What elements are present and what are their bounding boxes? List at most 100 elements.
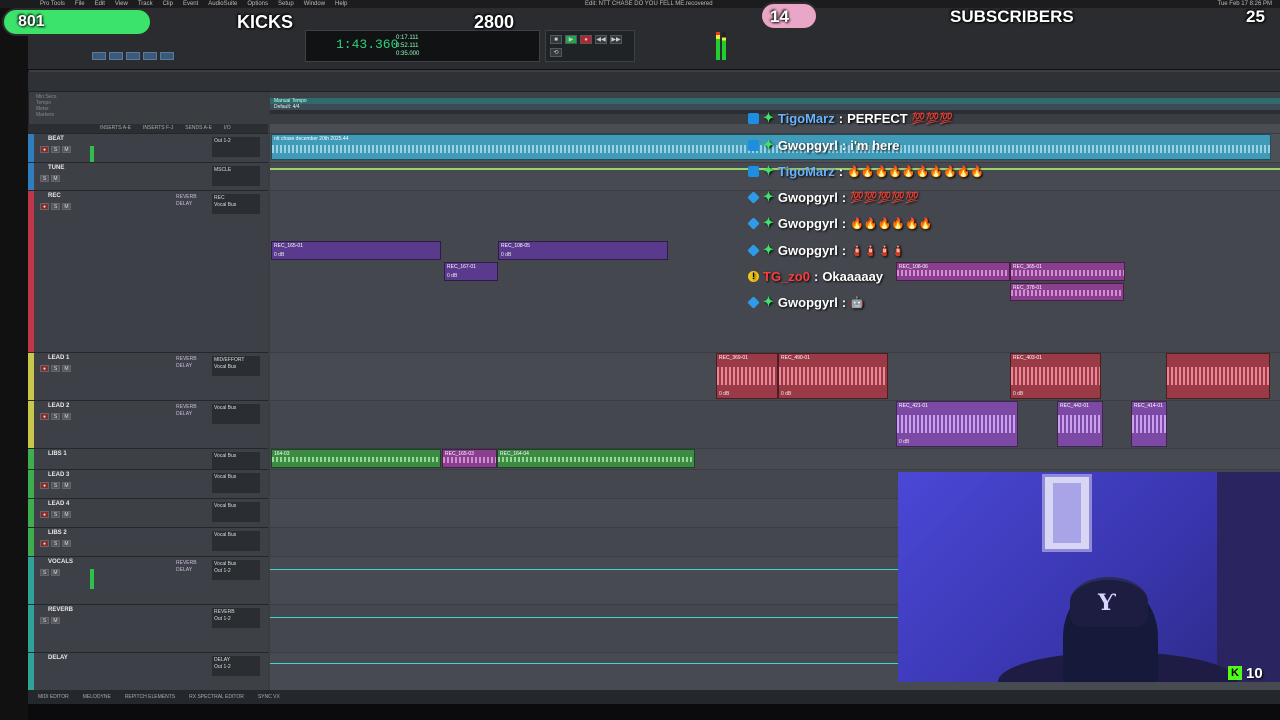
clip-lead1-c[interactable]: REC_403-01 0 dB bbox=[1010, 353, 1101, 399]
solo-button[interactable]: S bbox=[40, 569, 49, 576]
mute-button[interactable]: M bbox=[62, 511, 71, 518]
rec-button[interactable]: ● bbox=[40, 413, 49, 420]
tab-rx-spectral[interactable]: RX SPECTRAL EDITOR bbox=[189, 694, 244, 700]
track-lead-4[interactable]: LEAD 4 ● S M Vocal Bus bbox=[28, 498, 268, 527]
clip-rec-c[interactable]: REC_108-05 0 dB bbox=[498, 241, 668, 260]
fast-forward-button[interactable]: ▶▶ bbox=[610, 35, 622, 44]
solo-button[interactable]: S bbox=[51, 203, 60, 210]
grabber-tool-icon[interactable] bbox=[143, 52, 157, 60]
track-io[interactable]: MID/EFFORT Vocal Bus bbox=[212, 356, 260, 376]
clip-rec-b[interactable]: REC_167-01 0 dB bbox=[444, 262, 498, 281]
mute-button[interactable]: M bbox=[62, 365, 71, 372]
menu-view[interactable]: View bbox=[115, 0, 128, 8]
record-button[interactable]: ● bbox=[580, 35, 592, 44]
solo-button[interactable]: S bbox=[51, 365, 60, 372]
menu-audiosuite[interactable]: AudioSuite bbox=[208, 0, 237, 8]
tab-melodyne[interactable]: MELODYNE bbox=[83, 694, 111, 700]
mute-button[interactable]: M bbox=[62, 203, 71, 210]
rec-button[interactable]: ● bbox=[40, 540, 49, 547]
clip-lead1-a[interactable]: REC_369-01 0 dB bbox=[716, 353, 778, 399]
trim-tool-icon[interactable] bbox=[109, 52, 123, 60]
rec-button[interactable]: ● bbox=[40, 482, 49, 489]
track-rec[interactable]: REC ● S M REVERB DELAY REC Vocal Bus bbox=[28, 190, 268, 352]
solo-button[interactable]: S bbox=[51, 146, 60, 153]
clip-lead1-d[interactable] bbox=[1166, 353, 1270, 399]
solo-button[interactable]: S bbox=[51, 540, 60, 547]
track-io[interactable]: Vocal Bus bbox=[212, 531, 260, 551]
solo-button[interactable]: S bbox=[51, 511, 60, 518]
clip-lead2-c[interactable]: REC_414-01 bbox=[1131, 401, 1167, 447]
solo-button[interactable]: S bbox=[40, 617, 49, 624]
rec-button[interactable]: ● bbox=[40, 511, 49, 518]
clip-libs-a[interactable]: 164-03 bbox=[271, 449, 441, 468]
track-reverb[interactable]: REVERB SM REVERB Out 1-2 bbox=[28, 604, 268, 652]
rec-button[interactable]: ● bbox=[40, 365, 49, 372]
track-io[interactable]: MSCLE bbox=[212, 166, 260, 186]
rec-button[interactable]: ● bbox=[40, 203, 49, 210]
menu-window[interactable]: Window bbox=[304, 0, 325, 8]
track-io[interactable]: REC Vocal Bus bbox=[212, 194, 260, 214]
clip-lead1-b[interactable]: REC_490-01 0 dB bbox=[778, 353, 888, 399]
menu-track[interactable]: Track bbox=[138, 0, 153, 8]
track-sends[interactable]: REVERB DELAY bbox=[176, 194, 206, 208]
menu-options[interactable]: Options bbox=[247, 0, 268, 8]
solo-button[interactable]: S bbox=[40, 175, 49, 182]
track-io[interactable]: Out 1-2 bbox=[212, 137, 260, 157]
track-delay[interactable]: DELAY DELAY Out 1-2 bbox=[28, 652, 268, 690]
track-sends[interactable]: REVERB DELAY bbox=[176, 356, 206, 370]
stop-button[interactable]: ■ bbox=[550, 35, 562, 44]
track-io[interactable]: Vocal Bus bbox=[212, 473, 260, 493]
clip-lead2-a[interactable]: REC_421-01 0 dB bbox=[896, 401, 1018, 447]
track-lead-2[interactable]: LEAD 2 ● S M REVERB DELAY Vocal Bus bbox=[28, 400, 268, 448]
track-io[interactable]: Vocal Bus bbox=[212, 404, 260, 424]
kicks-goal: 2800 bbox=[474, 12, 515, 32]
track-name: LIBS 1 bbox=[48, 451, 67, 457]
mute-button[interactable]: M bbox=[62, 482, 71, 489]
clip-rec-a[interactable]: REC_165-01 0 dB bbox=[271, 241, 441, 260]
menu-setup[interactable]: Setup bbox=[278, 0, 294, 8]
track-lead-1[interactable]: LEAD 1 ● S M REVERB DELAY MID/EFFORT Vocal… bbox=[28, 352, 268, 400]
chat-message: ✦ Gwopgyrl : 🤖 bbox=[747, 292, 1148, 312]
selector-tool-icon[interactable] bbox=[126, 52, 140, 60]
mute-button[interactable]: M bbox=[51, 617, 60, 624]
menu-event[interactable]: Event bbox=[183, 0, 198, 8]
track-tune[interactable]: TUNE SM MSCLE bbox=[28, 162, 268, 190]
track-io[interactable]: REVERB Out 1-2 bbox=[212, 608, 260, 628]
tab-repitch[interactable]: REPITCH ELEMENTS bbox=[125, 694, 175, 700]
track-libs-2[interactable]: LIBS 2 ● S M Vocal Bus bbox=[28, 527, 268, 556]
menu-file[interactable]: File bbox=[75, 0, 85, 8]
track-io[interactable]: Vocal Bus bbox=[212, 502, 260, 522]
track-libs-1[interactable]: LIBS 1 Vocal Bus bbox=[28, 448, 268, 472]
play-button[interactable]: ▶ bbox=[565, 35, 577, 44]
solo-button[interactable]: S bbox=[51, 413, 60, 420]
loop-button[interactable]: ⟲ bbox=[550, 47, 562, 57]
solo-button[interactable]: S bbox=[51, 482, 60, 489]
rec-button[interactable]: ● bbox=[40, 146, 49, 153]
clip-libs-c[interactable]: REC_164-04 bbox=[497, 449, 695, 468]
track-beat[interactable]: BEAT ● S M Out 1-2 bbox=[28, 133, 268, 166]
clip-lead2-b[interactable]: REC_442-01 bbox=[1057, 401, 1103, 447]
mute-button[interactable]: M bbox=[62, 146, 71, 153]
track-sends[interactable]: REVERB DELAY bbox=[176, 404, 206, 418]
track-io[interactable]: Vocal Bus Out 1-2 bbox=[212, 560, 260, 580]
track-lead-3[interactable]: LEAD 3 ● S M Vocal Bus bbox=[28, 469, 268, 498]
menu-help[interactable]: Help bbox=[335, 0, 347, 8]
mute-button[interactable]: M bbox=[62, 540, 71, 547]
track-vocals[interactable]: VOCALS SM REVERB DELAY Vocal Bus Out 1-2 bbox=[28, 556, 268, 604]
clip-libs-b[interactable]: REC_165-03 bbox=[442, 449, 497, 468]
track-io[interactable]: DELAY Out 1-2 bbox=[212, 656, 260, 676]
menu-edit[interactable]: Edit bbox=[95, 0, 105, 8]
chat-username: Gwopgyrl bbox=[777, 137, 838, 153]
mute-button[interactable]: M bbox=[62, 413, 71, 420]
rewind-button[interactable]: ◀◀ bbox=[595, 35, 607, 44]
mute-button[interactable]: M bbox=[51, 569, 60, 576]
pencil-tool-icon[interactable] bbox=[160, 52, 174, 60]
zoom-tool-icon[interactable] bbox=[92, 52, 106, 60]
lane-lead-2[interactable] bbox=[270, 400, 1280, 448]
menu-clip[interactable]: Clip bbox=[163, 0, 173, 8]
tab-sync-vx[interactable]: SYNC VX bbox=[258, 694, 280, 700]
track-sends[interactable]: REVERB DELAY bbox=[176, 560, 206, 574]
menu-protools[interactable]: Pro Tools bbox=[40, 0, 65, 8]
mute-button[interactable]: M bbox=[51, 175, 60, 182]
tab-midi-editor[interactable]: MIDI EDITOR bbox=[38, 694, 69, 700]
